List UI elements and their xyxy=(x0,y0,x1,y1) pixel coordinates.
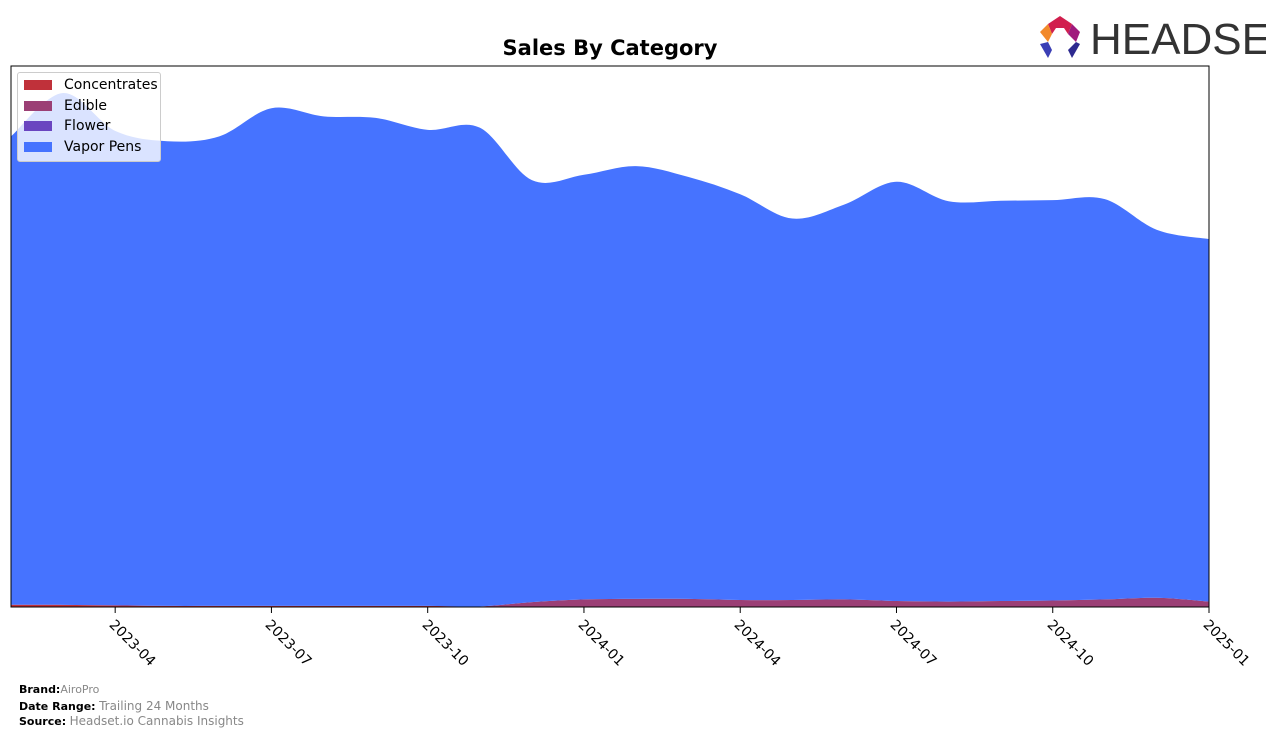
footer-date-range: Date Range: Trailing 24 Months xyxy=(19,699,209,713)
legend-swatch xyxy=(24,101,52,111)
footer-source: Source: Headset.io Cannabis Insights xyxy=(19,714,244,728)
legend-swatch xyxy=(24,142,52,152)
legend-swatch xyxy=(24,121,52,131)
legend-item-flower: Flower xyxy=(24,118,110,134)
legend-item-concentrates: Concentrates xyxy=(24,77,158,93)
legend: Concentrates Edible Flower Vapor Pens xyxy=(17,72,161,162)
footer-brand: Brand:AiroPro xyxy=(19,683,100,696)
area-vapor-pens xyxy=(11,93,1209,607)
legend-item-vapor-pens: Vapor Pens xyxy=(24,139,141,155)
chart-plot xyxy=(10,65,1210,613)
legend-swatch xyxy=(24,80,52,90)
legend-item-edible: Edible xyxy=(24,98,107,114)
